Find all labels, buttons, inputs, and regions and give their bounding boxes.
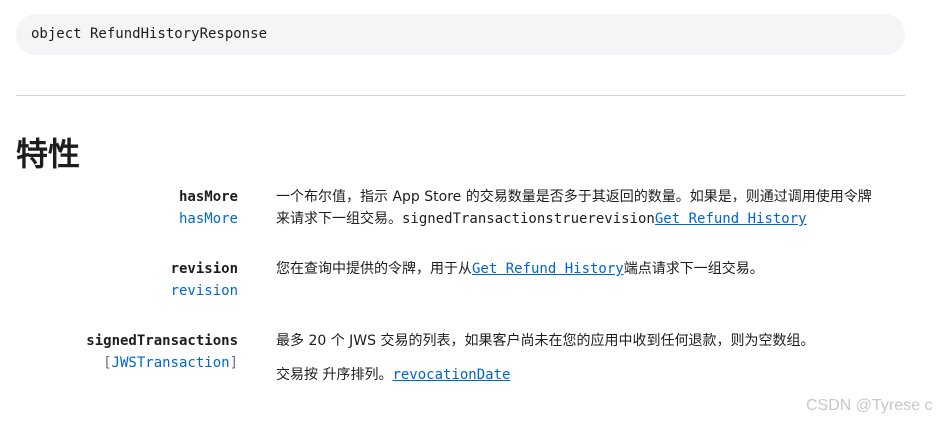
revocationdate-link[interactable]: revocationDate <box>392 367 510 383</box>
description-paragraph: 一个布尔值，指示 App Store 的交易数量是否多于其返回的数量。如果是，则… <box>276 186 906 230</box>
jwstransaction-type-link[interactable]: JWSTransaction <box>112 355 230 371</box>
get-refund-history-link[interactable]: Get Refund History <box>655 211 807 227</box>
type-bracket-open: [ <box>103 355 112 371</box>
property-hasmore-description: 一个布尔值，指示 App Store 的交易数量是否多于其返回的数量。如果是，则… <box>276 186 906 230</box>
property-name: hasMore <box>178 189 238 205</box>
description-text: 交易按 升序排列。 <box>276 367 393 383</box>
section-title: 特性 <box>16 135 81 173</box>
description-paragraph: 您在查询中提供的令牌，用于从Get Refund History端点请求下一组交… <box>276 258 906 280</box>
description-text: 来请求下一组交易。 <box>276 211 402 227</box>
property-revision: revision revision <box>171 258 238 302</box>
description-code: signedTransactionstruerevision <box>402 211 655 227</box>
description-text: 您在查询中提供的令牌，用于从 <box>276 261 472 277</box>
declaration-code: object RefundHistoryResponse <box>16 14 905 55</box>
type-bracket-close: ] <box>229 355 238 371</box>
property-revision-description: 您在查询中提供的令牌，用于从Get Refund History端点请求下一组交… <box>276 258 906 280</box>
property-type: hasMore <box>178 211 238 227</box>
property-hasmore: hasMore hasMore <box>179 186 238 230</box>
section-divider <box>16 95 905 96</box>
description-text: 端点请求下一组交易。 <box>623 261 764 277</box>
description-paragraph: 最多 20 个 JWS 交易的列表，如果客户尚未在您的应用中收到任何退款，则为空… <box>276 333 815 349</box>
description-paragraph: 交易按 升序排列。revocationDate <box>276 364 906 386</box>
property-name: signedTransactions <box>86 333 238 349</box>
property-signedtransactions-description: 最多 20 个 JWS 交易的列表，如果客户尚未在您的应用中收到任何退款，则为空… <box>276 330 906 386</box>
property-signedtransactions: signedTransactions [JWSTransaction] <box>86 330 238 374</box>
watermark: CSDN @Tyrese c <box>806 397 933 414</box>
get-refund-history-link[interactable]: Get Refund History <box>472 261 624 277</box>
property-type: revision <box>170 283 238 299</box>
property-name: revision <box>170 261 238 277</box>
property-type: [JWSTransaction] <box>86 352 238 374</box>
description-text: 一个布尔值，指示 App Store 的交易数量是否多于其返回的数量。如果是，则… <box>276 189 872 205</box>
